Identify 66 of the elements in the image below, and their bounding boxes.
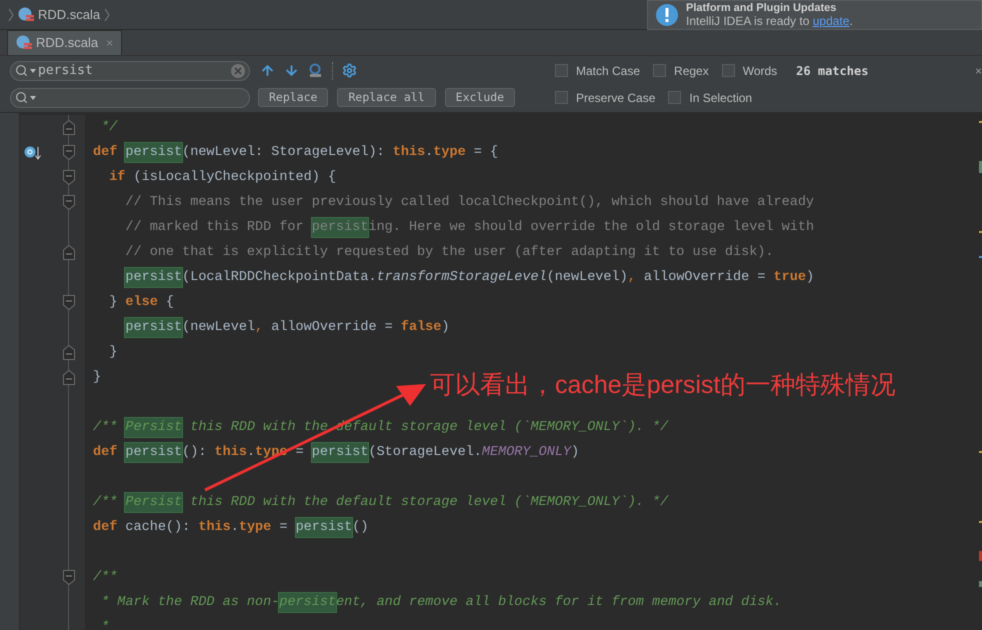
code-line: def persist(newLevel: StorageLevel): this.type = {	[92, 143, 498, 162]
scala-class-icon	[18, 6, 34, 22]
option-label: Preserve Case	[576, 90, 656, 106]
tab-close-button[interactable]: ×	[106, 34, 114, 52]
replace-button[interactable]: Exclude	[444, 88, 516, 107]
fold-marker-icon[interactable]	[63, 145, 75, 160]
option-label: Match Case	[576, 62, 640, 80]
code-line: // marked this RDD for persisting. Here we should override the old storage level with	[124, 218, 814, 237]
info-icon	[656, 4, 678, 26]
code-line: /** Persist this RDD with the default storage level (`MEMORY_ONLY`). */	[92, 493, 668, 512]
chevron-icon	[8, 8, 14, 22]
chevron-icon	[104, 8, 110, 22]
update-link[interactable]: update	[812, 14, 850, 28]
search-icon	[15, 64, 28, 77]
find-all-icon[interactable]	[308, 63, 323, 78]
code-line: // one that is explicitly requested by the user (after adapting it to use disk).	[124, 244, 774, 262]
checkbox[interactable]	[668, 91, 682, 104]
code-line: *	[100, 619, 110, 630]
code-line: }	[108, 344, 118, 362]
fold-marker-icon[interactable]	[63, 345, 75, 360]
code-line: persist(LocalRDDCheckpointData.transformStorageLevel(newLevel), allowOverride = true)	[124, 268, 814, 287]
scala-class-icon	[16, 35, 32, 51]
previous-match-icon[interactable]	[260, 63, 275, 78]
settings-icon[interactable]	[342, 63, 357, 78]
notification-text: IntelliJ IDEA is ready to update.	[686, 15, 853, 28]
code-line: * Mark the RDD as non-persistent, and remove all blocks for it from memory and disk.	[100, 593, 782, 612]
editor-tab[interactable]: RDD.scala ×	[7, 30, 122, 55]
code-line: persist(newLevel, allowOverride = false)	[124, 318, 450, 337]
fold-marker-icon[interactable]	[63, 570, 75, 585]
update-notification[interactable]: Platform and Plugin Updates IntelliJ IDEA is ready to update.	[647, 0, 982, 30]
overriding-method-icon[interactable]	[24, 144, 42, 160]
next-match-icon[interactable]	[284, 63, 299, 78]
code-line: // This means the user previously called localCheckpoint(), which should have already	[124, 194, 814, 212]
checkbox[interactable]	[555, 64, 568, 77]
code-line: */	[100, 119, 118, 137]
fold-marker-icon[interactable]	[63, 370, 75, 385]
match-count: 26 matches	[796, 62, 868, 80]
search-icon	[15, 91, 28, 104]
replace-button[interactable]: Replace all	[337, 88, 436, 107]
breadcrumb-item[interactable]: RDD.scala	[38, 4, 100, 24]
option-label: In Selection	[689, 90, 752, 106]
replace-field[interactable]	[10, 88, 250, 108]
caret-icon	[30, 96, 36, 100]
option-label: Words	[742, 62, 778, 80]
clear-icon[interactable]	[231, 64, 245, 78]
fold-marker-icon[interactable]	[63, 295, 75, 310]
search-field[interactable]: persist	[10, 60, 250, 80]
code-line: /**	[92, 569, 118, 587]
tab-label: RDD.scala	[36, 34, 98, 52]
code-line: def cache(): this.type = persist()	[92, 518, 368, 537]
code-line: }	[92, 369, 102, 387]
checkbox[interactable]	[722, 64, 735, 77]
option-label: Regex	[674, 62, 709, 80]
fold-marker-icon[interactable]	[63, 170, 75, 185]
annotation-text: 可以看出，cache是persist的一种特殊情况	[430, 370, 896, 401]
code-line: } else {	[108, 294, 174, 312]
checkbox[interactable]	[555, 91, 568, 104]
replace-button[interactable]: Replace	[258, 88, 328, 107]
checkbox[interactable]	[653, 64, 666, 77]
fold-marker-icon[interactable]	[63, 245, 75, 260]
code-line: if (isLocallyCheckpointed) {	[108, 169, 336, 187]
fold-marker-icon[interactable]	[63, 195, 75, 210]
close-button[interactable]: ×	[974, 62, 982, 80]
caret-icon	[30, 68, 36, 72]
notification-title: Platform and Plugin Updates	[686, 2, 838, 15]
fold-marker-icon[interactable]	[63, 120, 75, 135]
